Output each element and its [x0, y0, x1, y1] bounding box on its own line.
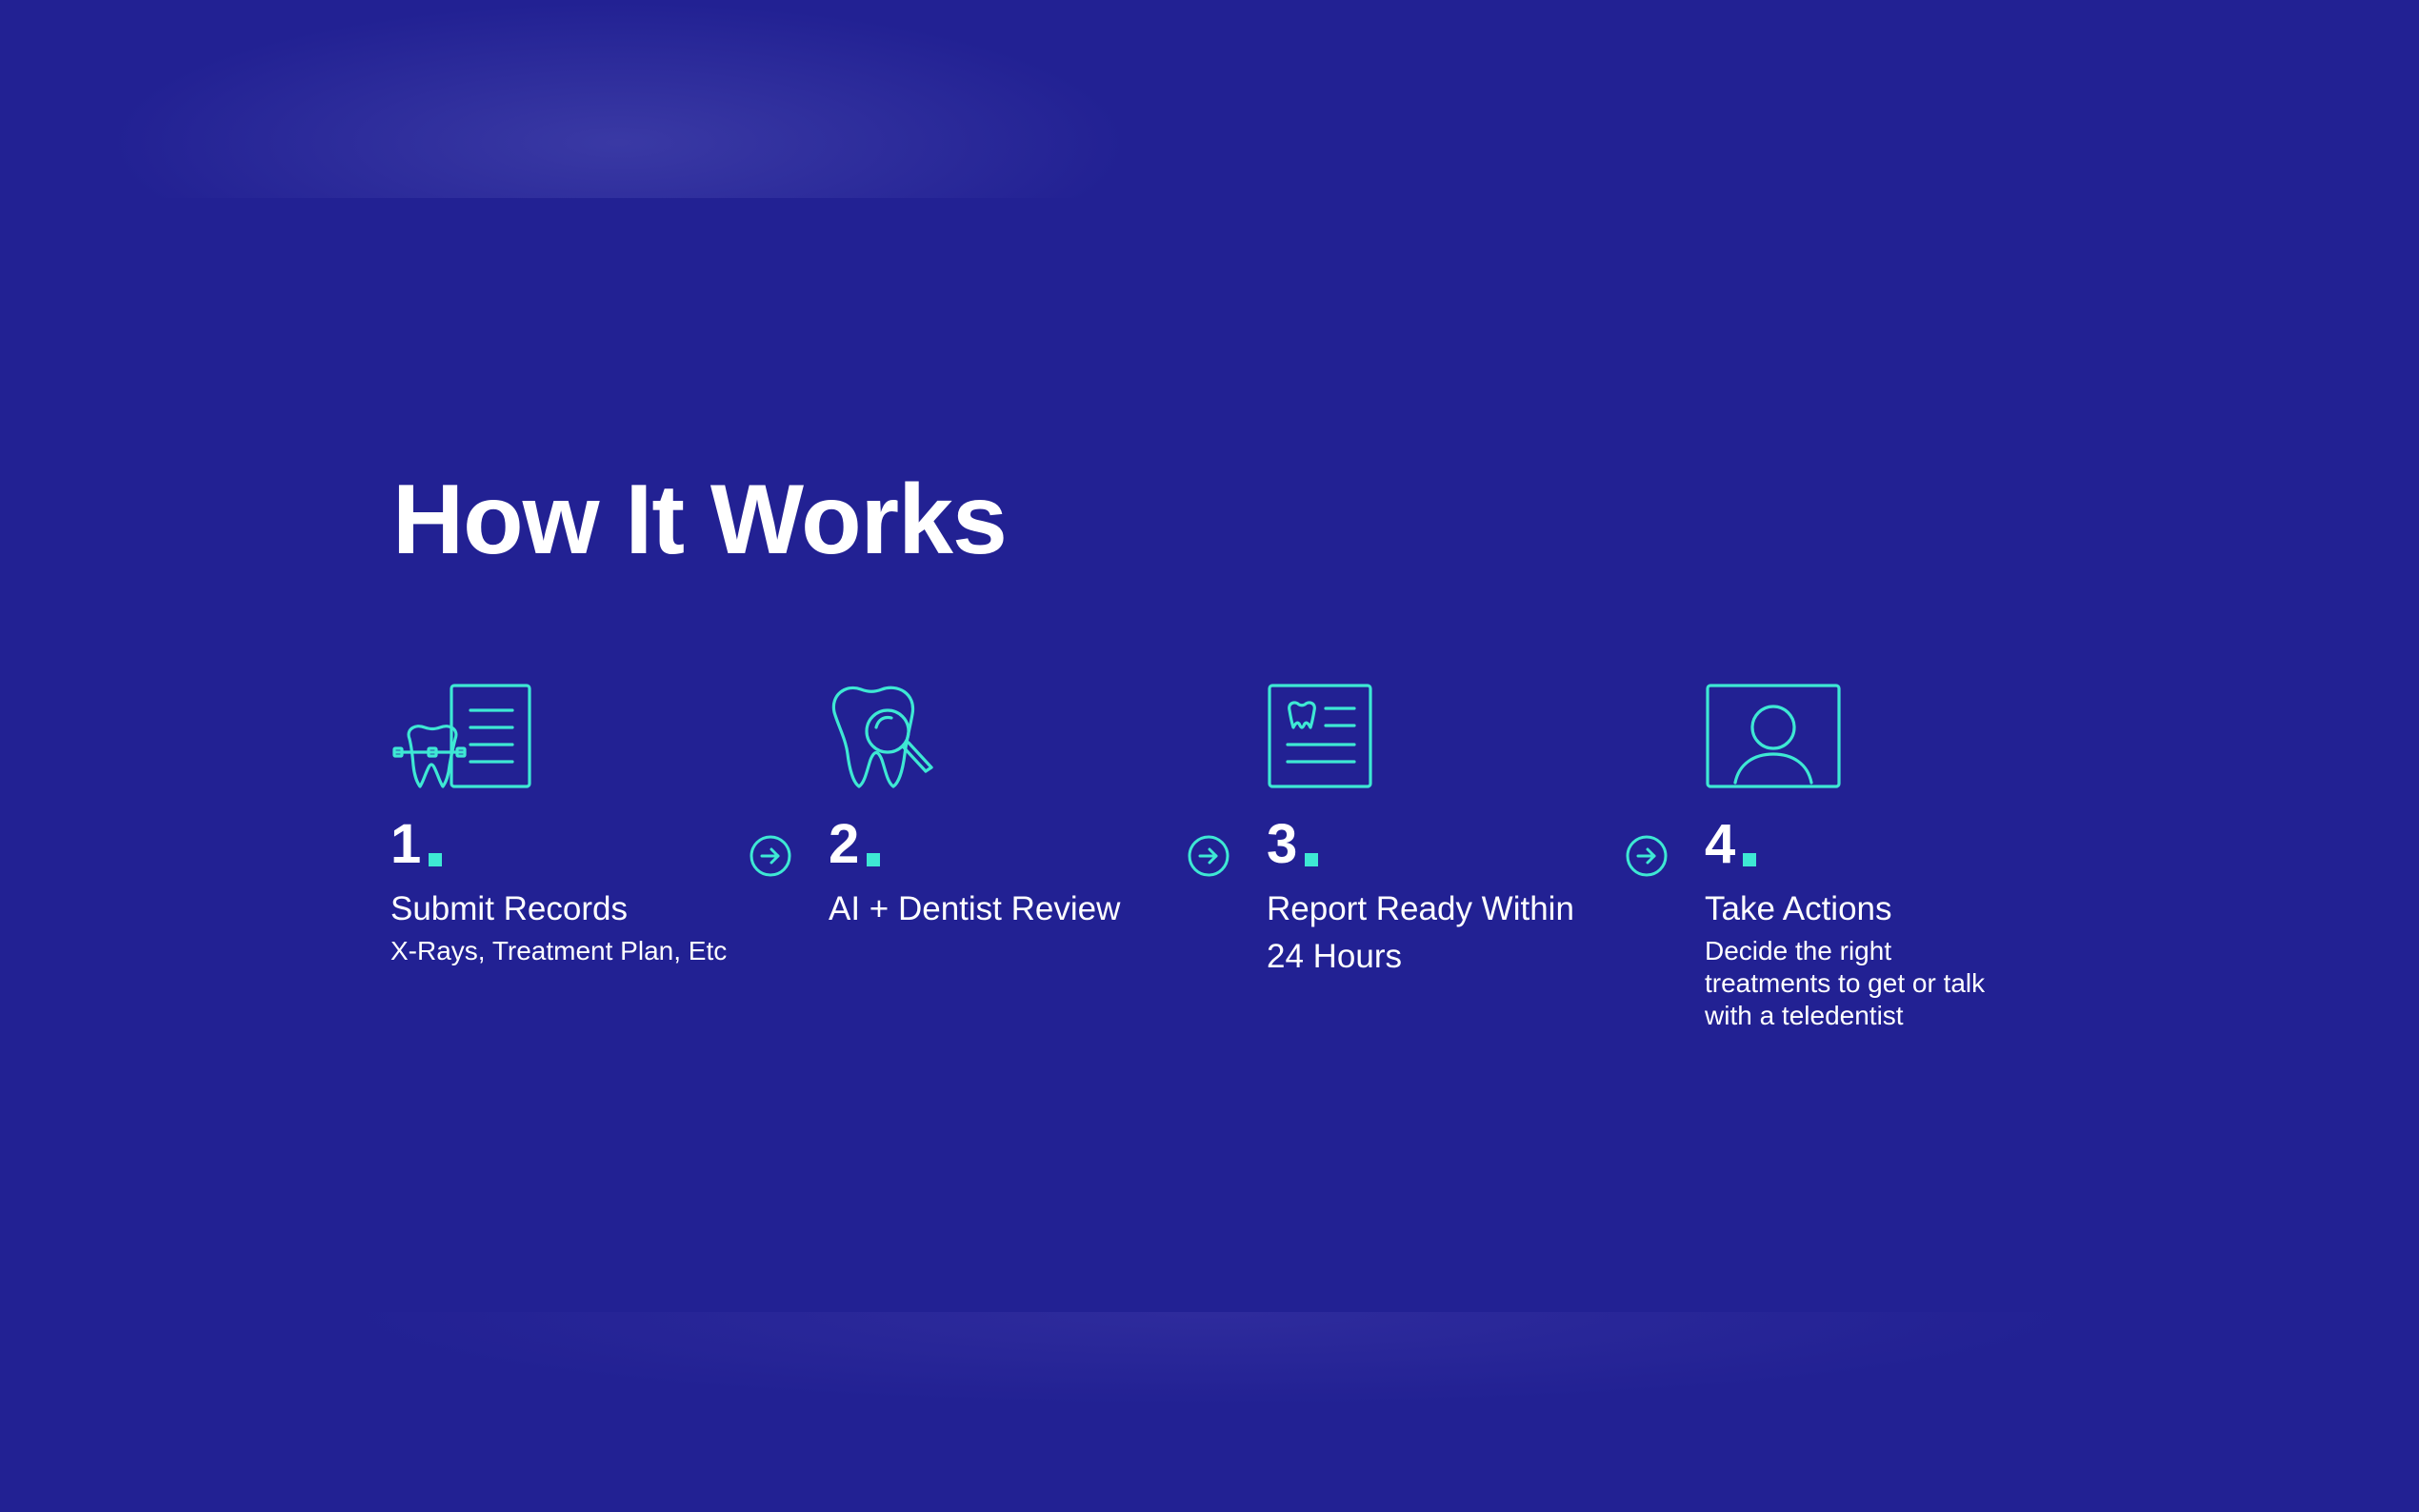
user-profile-screen-icon: [1705, 684, 2067, 790]
step-number-row: 3: [1267, 813, 1319, 875]
step-number: 1: [390, 813, 422, 875]
step-title: AI + Dentist Review: [829, 890, 1121, 927]
step-number-row: 1: [390, 813, 443, 875]
background-glow-top: [0, 0, 1429, 198]
step-description: X-Rays, Treatment Plan, Etc: [390, 936, 728, 965]
step-number: 2: [829, 813, 860, 875]
tooth-braces-document-icon: [390, 684, 752, 790]
page-title: How It Works: [392, 465, 1008, 575]
step-3: 3 Report Ready Within 24 Hours: [1267, 684, 1629, 975]
step-number-dot: [429, 853, 443, 866]
step-title: Take Actions: [1705, 890, 1892, 927]
step-number-row: 4: [1705, 813, 1757, 875]
tooth-magnifier-icon: [829, 684, 1190, 790]
step-description: Decide the right treatments to get or ta…: [1705, 936, 1986, 1030]
step-title: Submit Records: [390, 890, 628, 927]
background-glow-bottom: [0, 1312, 2419, 1512]
step-number: 4: [1705, 813, 1736, 875]
step-1: 1 Submit Records X-Rays, Treatment Plan,…: [390, 684, 752, 965]
step-2: 2 AI + Dentist Review: [829, 684, 1190, 927]
step-number-dot: [867, 853, 881, 866]
step-number-dot: [1743, 853, 1757, 866]
step-title: Report Ready Within 24 Hours: [1267, 890, 1574, 975]
dental-report-icon: [1267, 684, 1629, 790]
step-number: 3: [1267, 813, 1298, 875]
step-number-row: 2: [829, 813, 881, 875]
step-4: 4 Take Actions Decide the right treatmen…: [1705, 684, 2067, 1030]
step-number-dot: [1305, 853, 1319, 866]
